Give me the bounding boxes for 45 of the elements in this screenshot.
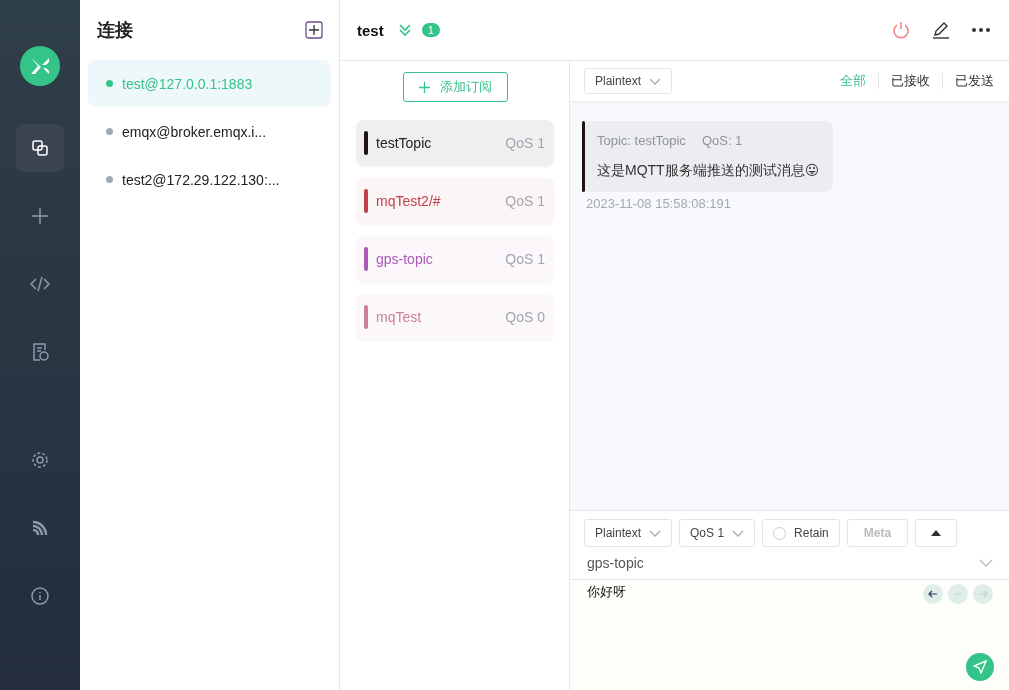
retain-checkbox[interactable]: Retain xyxy=(762,519,840,547)
connection-title: test xyxy=(357,21,384,39)
filter-tab[interactable]: 已接收 xyxy=(891,72,930,90)
send-icon xyxy=(973,660,987,674)
overlapping-squares-icon[interactable] xyxy=(16,124,64,172)
qos-select[interactable]: QoS 1 xyxy=(679,519,756,547)
chevron-down-icon xyxy=(649,77,662,85)
message-time: 2023-11-08 15:58:08:191 xyxy=(585,196,733,211)
panel-title: 连接 xyxy=(97,19,133,42)
count-badge: 1 xyxy=(421,23,440,37)
subscription-item[interactable]: gps-topic QoS 1 xyxy=(356,236,554,282)
connection-name: emqx@broker.emqx.i... xyxy=(122,123,267,140)
plus-icon xyxy=(418,81,430,93)
subscription-item[interactable]: mqTest2/# QoS 1 xyxy=(356,178,554,224)
new-connection-icon[interactable] xyxy=(305,21,323,39)
topic-name: testTopic xyxy=(376,135,433,151)
connection-name: test@127.0.0.1:1883 xyxy=(122,75,253,92)
triangle-up-icon xyxy=(931,530,942,536)
pencil-icon[interactable] xyxy=(931,20,951,40)
message-qos: QoS: 1 xyxy=(701,133,743,148)
qos-label: QoS 1 xyxy=(505,251,545,267)
format-select[interactable]: Plaintext xyxy=(584,68,673,94)
connection-item[interactable]: test2@172.29.122.130:... xyxy=(88,156,331,203)
send-button[interactable] xyxy=(966,653,994,681)
power-icon[interactable] xyxy=(891,20,911,40)
chevron-down-icon xyxy=(979,559,993,567)
qos-label: QoS 0 xyxy=(505,309,545,325)
qos-label: QoS 1 xyxy=(505,193,545,209)
filter-tab[interactable]: 已发送 xyxy=(955,72,994,90)
double-chevron-icon[interactable] xyxy=(397,23,412,37)
connection-name: test2@172.29.122.130:... xyxy=(122,171,280,188)
logo-icon xyxy=(20,46,60,86)
subscription-item[interactable]: testTopic QoS 1 xyxy=(356,120,554,166)
qos-label: QoS 1 xyxy=(505,135,545,151)
expand-button[interactable] xyxy=(915,519,958,547)
more-icon[interactable] xyxy=(971,27,991,33)
chevron-down-icon xyxy=(649,529,662,537)
topic-name: mqTest xyxy=(376,309,423,325)
topic-name: mqTest2/# xyxy=(376,193,442,209)
message-topic: Topic: testTopic xyxy=(597,133,686,148)
chevron-down-icon xyxy=(732,529,745,537)
connection-item[interactable]: emqx@broker.emqx.i... xyxy=(88,108,331,155)
message-payload: 这是MQTT服务端推送的测试消息😛 xyxy=(597,162,820,180)
format-select[interactable]: Plaintext xyxy=(584,519,673,547)
topic-name: gps-topic xyxy=(376,251,434,267)
